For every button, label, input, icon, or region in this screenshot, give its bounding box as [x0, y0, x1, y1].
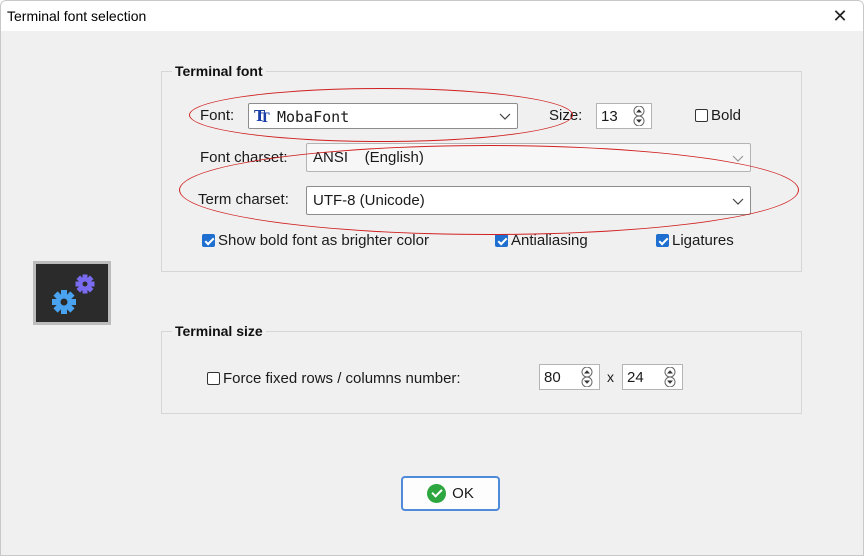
bold-brighter-label: Show bold font as brighter color: [218, 232, 429, 249]
term-charset-select[interactable]: UTF-8 (Unicode): [306, 186, 751, 215]
ok-button[interactable]: OK: [401, 476, 500, 511]
terminal-font-legend: Terminal font: [175, 63, 263, 79]
font-select-value: MobaFont: [277, 108, 350, 126]
chevron-down-icon: [732, 155, 744, 162]
times-label: x: [607, 369, 614, 385]
bold-label: Bold: [711, 107, 742, 124]
antialiasing-checkbox[interactable]: Antialiasing: [495, 232, 588, 249]
close-icon: ✕: [832, 5, 848, 26]
font-charset-label: Font charset:: [200, 149, 288, 166]
dialog-window: Terminal font selection ✕ Terminal font …: [0, 0, 864, 556]
settings-gears-image: [33, 261, 111, 325]
bold-checkbox-box[interactable]: [695, 109, 708, 122]
size-spinner[interactable]: 13: [596, 103, 652, 129]
spinner-arrows-icon[interactable]: [661, 367, 679, 387]
term-charset-label: Term charset:: [198, 191, 289, 208]
close-button[interactable]: ✕: [817, 1, 863, 31]
title-bar: Terminal font selection ✕: [1, 1, 863, 31]
chevron-down-icon: [732, 198, 744, 205]
window-title: Terminal font selection: [7, 8, 147, 24]
ligatures-checkbox-box[interactable]: [656, 234, 669, 247]
chevron-down-icon: [499, 113, 511, 120]
columns-spinner[interactable]: 80: [539, 364, 600, 390]
size-label: Size:: [549, 107, 583, 124]
columns-value: 80: [544, 369, 561, 386]
dialog-content: Terminal font Font: T T MobaFont Size: 1…: [1, 31, 863, 555]
ok-label: OK: [452, 485, 474, 502]
force-fixed-checkbox-box[interactable]: [207, 372, 220, 385]
spinner-arrows-icon[interactable]: [578, 367, 596, 387]
font-label: Font:: [200, 107, 235, 124]
rows-value: 24: [627, 369, 644, 386]
force-fixed-checkbox[interactable]: Force fixed rows / columns number:: [207, 370, 461, 387]
bold-brighter-checkbox[interactable]: Show bold font as brighter color: [202, 232, 429, 249]
term-charset-value: UTF-8 (Unicode): [313, 192, 425, 209]
ligatures-label: Ligatures: [672, 232, 734, 249]
force-fixed-label: Force fixed rows / columns number:: [223, 370, 461, 387]
rows-spinner[interactable]: 24: [622, 364, 683, 390]
terminal-size-group: Terminal size: [161, 323, 802, 414]
bold-checkbox[interactable]: Bold: [695, 107, 741, 124]
antialiasing-label: Antialiasing: [511, 232, 588, 249]
terminal-size-legend: Terminal size: [175, 323, 263, 339]
font-charset-select[interactable]: ANSI (English): [306, 143, 751, 172]
font-charset-value: ANSI (English): [313, 149, 424, 166]
ligatures-checkbox[interactable]: Ligatures: [656, 232, 734, 249]
font-select[interactable]: T T MobaFont: [248, 103, 518, 129]
antialiasing-checkbox-box[interactable]: [495, 234, 508, 247]
checkmark-icon: [427, 484, 447, 503]
spinner-arrows-icon[interactable]: [630, 106, 648, 126]
gears-icon: [52, 274, 95, 314]
bold-brighter-checkbox-box[interactable]: [202, 234, 215, 247]
size-value: 13: [601, 108, 618, 125]
